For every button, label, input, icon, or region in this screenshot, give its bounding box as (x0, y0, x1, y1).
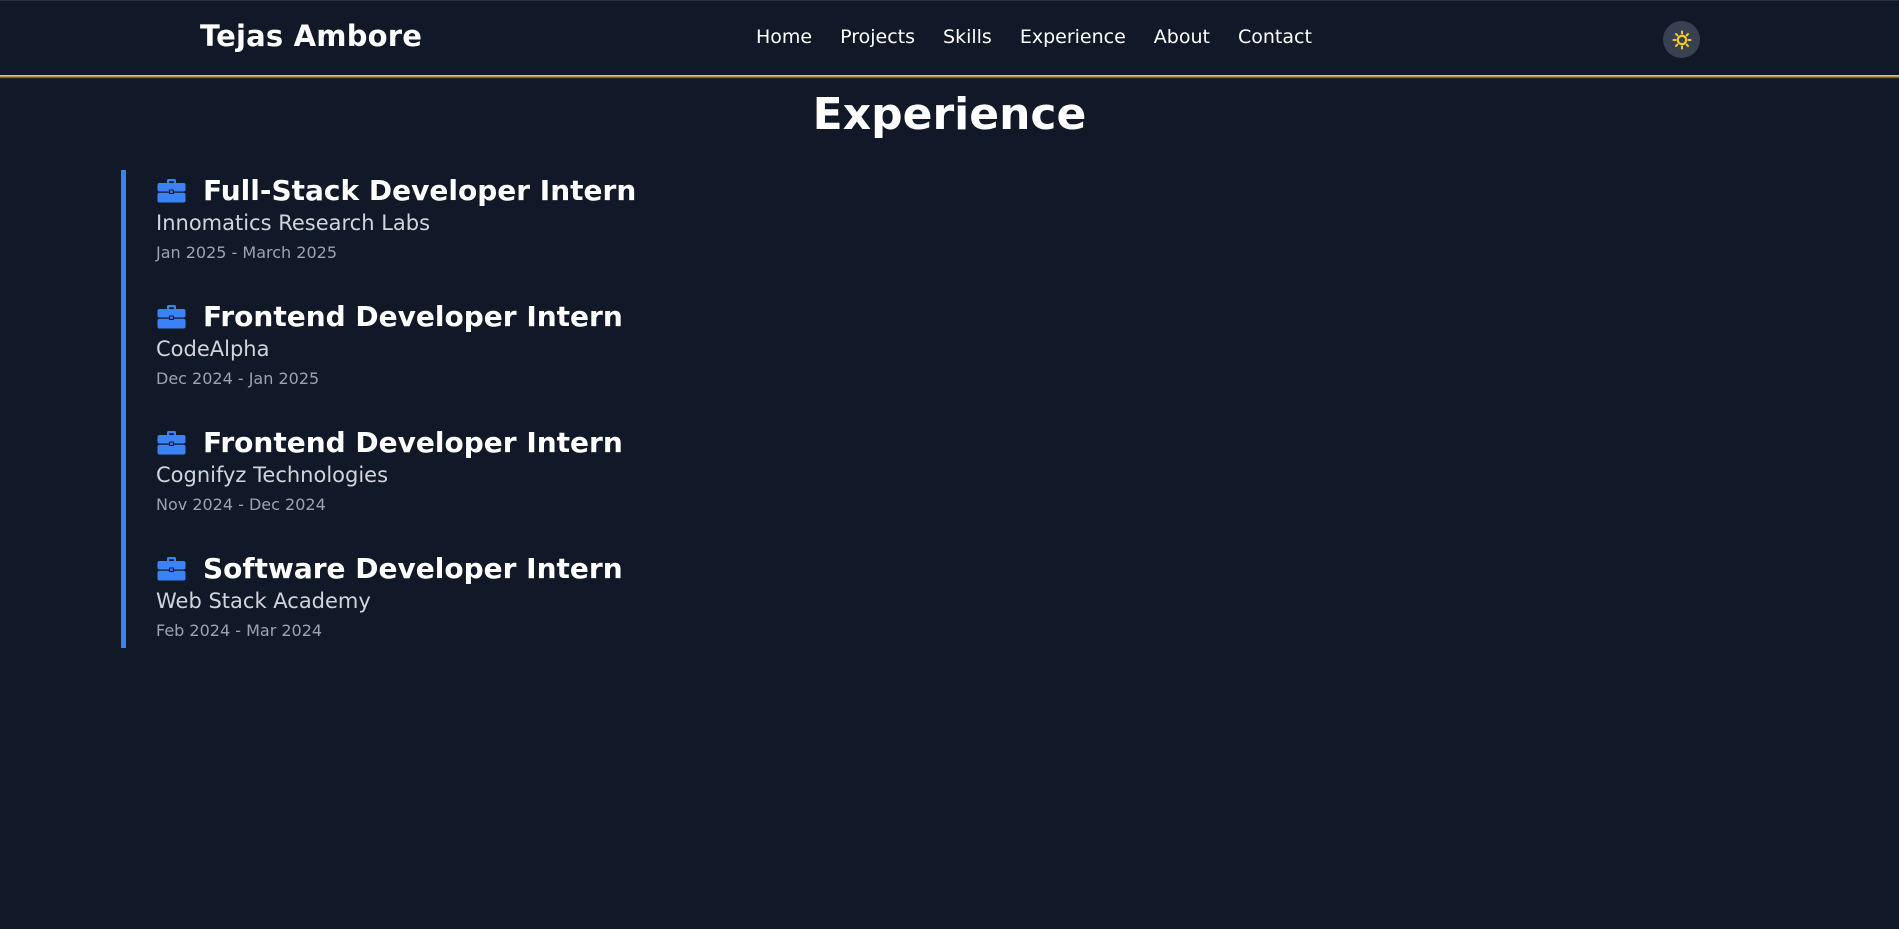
entry-dates: Dec 2024 - Jan 2025 (156, 369, 320, 388)
experience-entry: Full-Stack Developer Intern Innomatics R… (156, 173, 637, 263)
nav-link-skills[interactable]: Skills (943, 26, 992, 48)
entry-company: Web Stack Academy (156, 589, 371, 613)
briefcase-icon (156, 177, 186, 203)
nav-link-about[interactable]: About (1154, 26, 1210, 48)
sun-icon (1672, 30, 1691, 49)
entry-role: Frontend Developer Intern (203, 425, 623, 459)
experience-entry: Frontend Developer Intern Cognifyz Techn… (156, 425, 623, 515)
navbar: Tejas Ambore Home Projects Skills Experi… (0, 0, 1899, 76)
experience-entry: Software Developer Intern Web Stack Acad… (156, 551, 623, 641)
section-title: Experience (812, 89, 1087, 140)
theme-toggle-button[interactable] (1663, 21, 1700, 58)
nav-link-home[interactable]: Home (756, 26, 812, 48)
entry-company: Cognifyz Technologies (156, 463, 389, 487)
entry-role: Full-Stack Developer Intern (203, 173, 637, 207)
nav-link-experience[interactable]: Experience (1020, 26, 1126, 48)
experience-timeline: Full-Stack Developer Intern Innomatics R… (121, 170, 821, 648)
entry-dates: Jan 2025 - March 2025 (156, 243, 337, 262)
entry-dates: Nov 2024 - Dec 2024 (156, 495, 326, 514)
briefcase-icon (156, 303, 186, 329)
experience-entry: Frontend Developer Intern CodeAlpha Dec … (156, 299, 623, 389)
entry-dates: Feb 2024 - Mar 2024 (156, 621, 323, 640)
entry-company: CodeAlpha (156, 337, 270, 361)
entry-company: Innomatics Research Labs (156, 211, 431, 235)
entry-role: Frontend Developer Intern (203, 299, 623, 333)
entry-role: Software Developer Intern (203, 551, 623, 585)
brand-name[interactable]: Tejas Ambore (200, 19, 422, 53)
briefcase-icon (156, 429, 186, 455)
navbar-divider (0, 75, 1899, 79)
nav-link-projects[interactable]: Projects (840, 26, 915, 48)
nav-links: Home Projects Skills Experience About Co… (756, 26, 1312, 48)
nav-link-contact[interactable]: Contact (1238, 26, 1312, 48)
briefcase-icon (156, 555, 186, 581)
